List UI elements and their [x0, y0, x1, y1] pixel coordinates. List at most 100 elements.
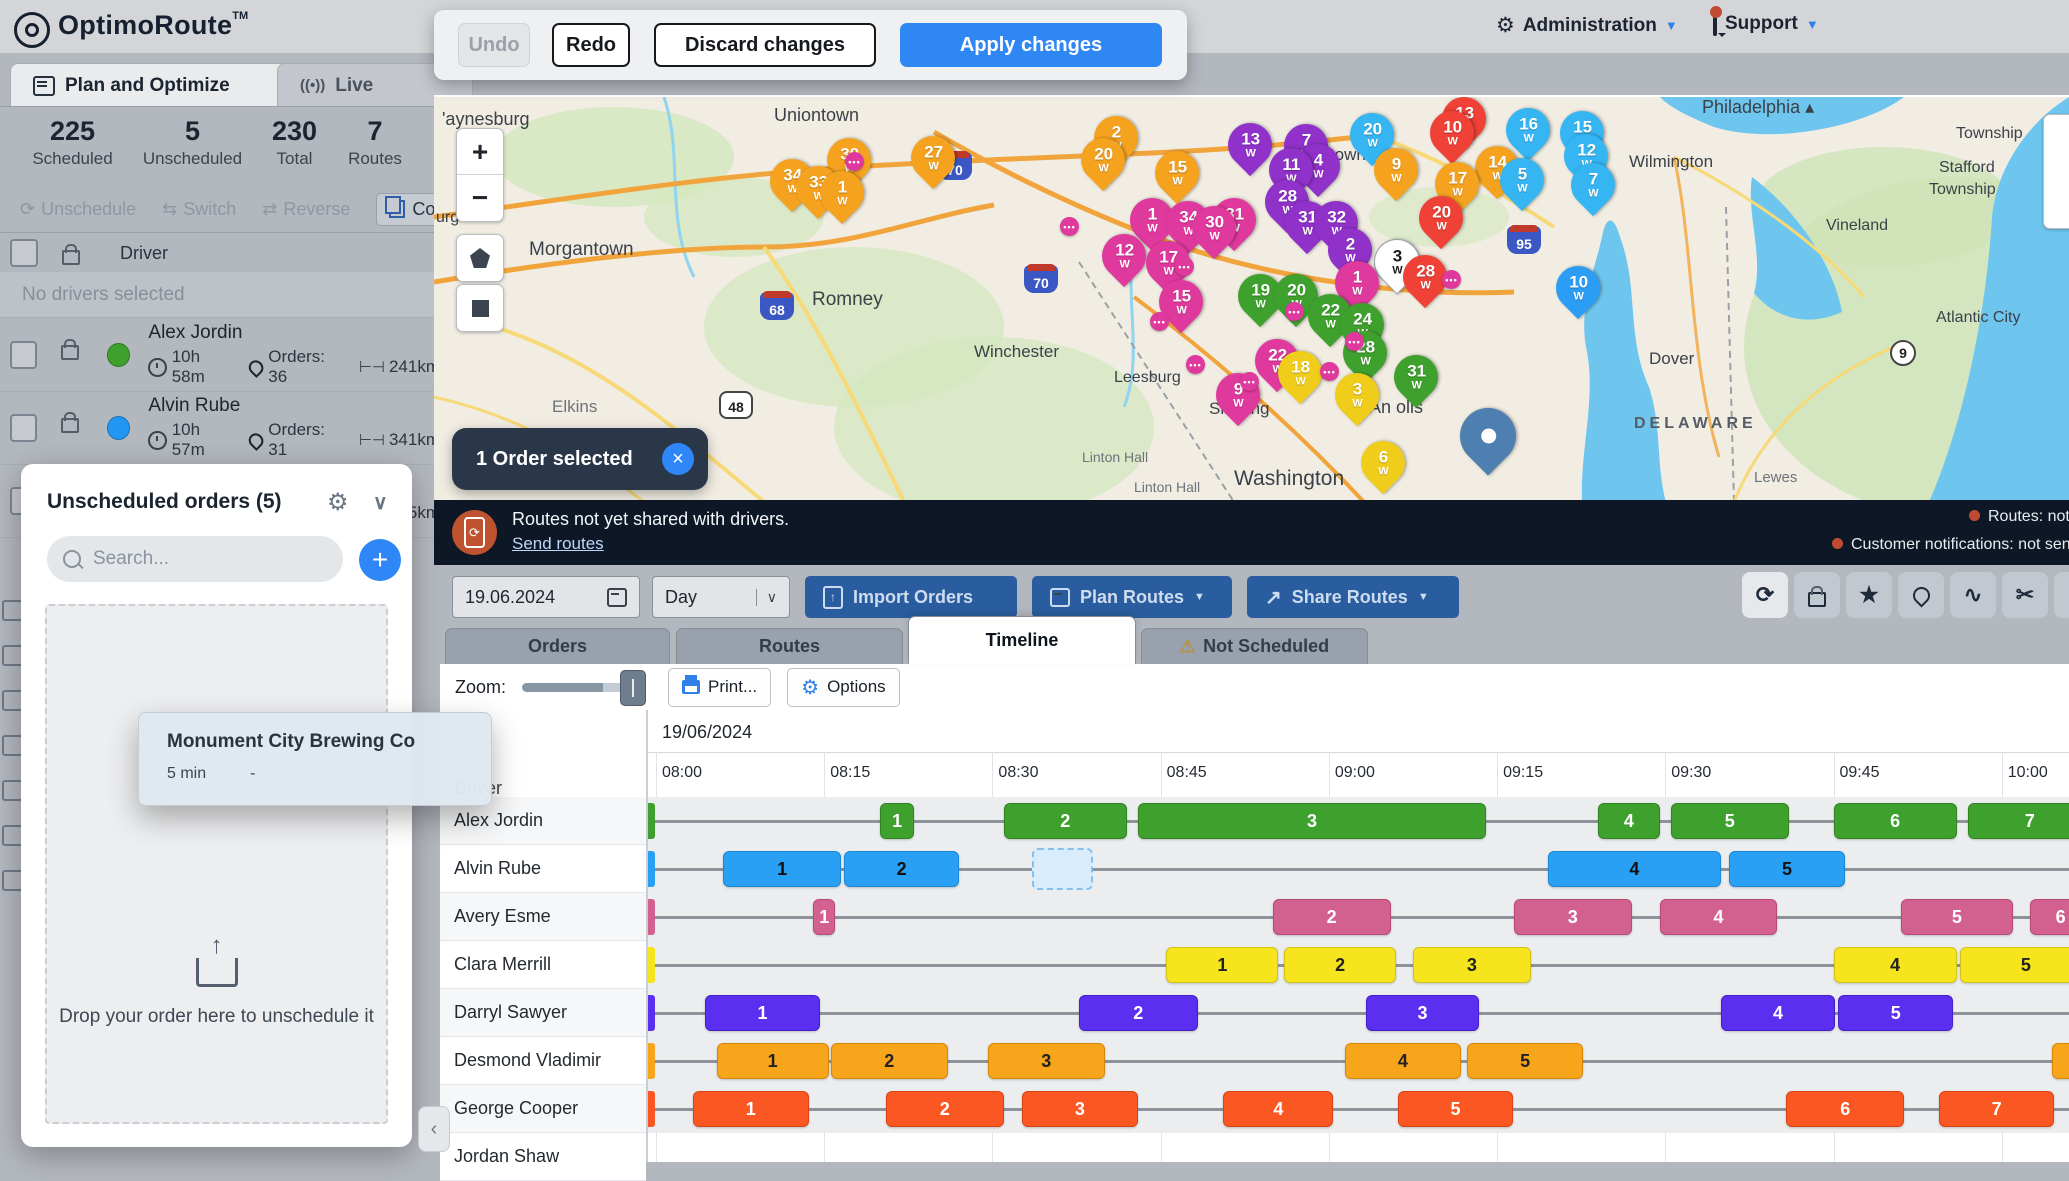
route-stop-block[interactable]: 1	[1166, 947, 1278, 983]
row-checkbox[interactable]	[2, 600, 23, 621]
route-stop-block[interactable]: 2	[844, 851, 958, 887]
tab-plan-and-optimize[interactable]: Plan and Optimize	[10, 63, 316, 107]
zoom-slider[interactable]	[522, 683, 638, 692]
route-stop-block[interactable]: 5	[1838, 995, 1954, 1031]
route-stop-block[interactable]: 4	[1223, 1091, 1333, 1127]
tab-orders[interactable]: Orders	[445, 628, 670, 664]
row-checkbox[interactable]	[2, 690, 23, 711]
reverse-action[interactable]: ⇄Reverse	[262, 199, 350, 220]
cluster-dot[interactable]: •••	[845, 152, 864, 171]
route-stop-block[interactable]: 3	[1022, 1091, 1139, 1127]
tab-timeline[interactable]: Timeline	[908, 616, 1136, 664]
route-stop-block[interactable]: 6	[1834, 803, 1957, 839]
route-stop-block[interactable]: 4	[1598, 803, 1660, 839]
route-stop-block[interactable]: 1	[693, 1091, 809, 1127]
route-stop-block[interactable]: 5	[1467, 1043, 1584, 1079]
row-checkbox[interactable]	[2, 870, 23, 891]
zoom-out-button[interactable]: −	[457, 175, 503, 220]
rectangle-select-button[interactable]	[456, 284, 504, 332]
row-checkbox[interactable]	[10, 414, 37, 442]
cluster-dot[interactable]: •••	[1186, 355, 1205, 374]
flag-star-button[interactable]: ★	[1846, 572, 1892, 618]
route-stop-block[interactable]: 1	[723, 851, 841, 887]
cluster-dot[interactable]: •••	[1345, 332, 1364, 351]
period-select[interactable]: Day ∨	[652, 576, 790, 618]
route-stop-block[interactable]: 7	[1968, 803, 2069, 839]
route-stop-block[interactable]: 5	[1671, 803, 1789, 839]
select-all-checkbox[interactable]	[10, 239, 38, 267]
switch-action[interactable]: ⇆Switch	[162, 199, 236, 220]
route-stop-block[interactable]: 6	[2030, 899, 2069, 935]
add-order-button[interactable]: +	[359, 539, 401, 581]
row-checkbox[interactable]	[2, 780, 23, 801]
row-checkbox[interactable]	[2, 735, 23, 756]
plan-routes-button[interactable]: Plan Routes ▼	[1032, 576, 1232, 618]
import-orders-button[interactable]: ↑ Import Orders	[805, 576, 1017, 618]
route-stop-block[interactable]: 2	[831, 1043, 948, 1079]
lock-icon[interactable]	[61, 345, 79, 360]
route-stop-block[interactable]: 5	[1729, 851, 1845, 887]
route-stop-block[interactable]: 3	[1366, 995, 1479, 1031]
row-checkbox[interactable]	[10, 341, 37, 369]
refresh-button[interactable]: ⟳	[1742, 572, 1788, 618]
route-stop-block[interactable]: 1	[813, 899, 835, 935]
cluster-dot[interactable]: •••	[1175, 257, 1194, 276]
route-stop-block[interactable]: 7	[1939, 1091, 2055, 1127]
route-button[interactable]: ∿	[1950, 572, 1996, 618]
route-stop-block[interactable]: 3	[1138, 803, 1486, 839]
route-stop-block[interactable]: 1	[705, 995, 819, 1031]
polygon-select-button[interactable]	[456, 234, 504, 282]
route-stop-block[interactable]: 4	[1834, 947, 1957, 983]
route-stop-block[interactable]: 6	[2052, 1043, 2069, 1079]
support-menu[interactable]: Support ▼	[1713, 13, 1819, 35]
driver-row[interactable]: Alex Jordin10h 58mOrders: 36⊢⊣241km	[0, 318, 440, 392]
cut-route-button[interactable]: ✂	[2002, 572, 2048, 618]
route-stop-block[interactable]: 3	[1514, 899, 1632, 935]
chevron-down-icon[interactable]: ∨	[373, 490, 388, 515]
route-stop-block[interactable]: 5	[1960, 947, 2069, 983]
share-routes-button[interactable]: ↗ Share Routes ▼	[1247, 576, 1459, 618]
discard-changes-button[interactable]: Discard changes	[654, 23, 876, 67]
unschedule-drop-zone[interactable]: Drop your order here to unschedule it	[45, 604, 388, 1124]
route-stop-block[interactable]: 6	[1786, 1091, 1904, 1127]
timeline-plot[interactable]: 19/06/2024 08:0008:1508:3008:4509:0009:1…	[648, 710, 2069, 1162]
zoom-slider-handle[interactable]	[620, 670, 646, 706]
dragged-order-card[interactable]: Monument City Brewing Co 5 min -	[138, 712, 492, 806]
route-stop-block[interactable]: 2	[1273, 899, 1391, 935]
route-stop-block[interactable]: 5	[1901, 899, 2013, 935]
pin-button[interactable]	[1898, 572, 1944, 618]
zoom-in-button[interactable]: +	[457, 129, 503, 175]
unschedule-action[interactable]: ⟳Unschedule	[20, 199, 136, 220]
gear-icon[interactable]: ⚙	[327, 488, 349, 517]
route-stop-block[interactable]: 3	[1413, 947, 1531, 983]
route-stop-block[interactable]: 1	[880, 803, 914, 839]
cluster-dot[interactable]: •••	[1442, 270, 1461, 289]
undo-button[interactable]: Undo	[458, 23, 530, 67]
cluster-dot[interactable]: •••	[1285, 302, 1304, 321]
route-stop-block[interactable]: 2	[1284, 947, 1396, 983]
redo-button[interactable]: Redo	[552, 23, 630, 67]
globe-button[interactable]: ⊕	[2054, 572, 2069, 618]
search-input[interactable]: Search...	[47, 536, 343, 582]
apply-changes-button[interactable]: Apply changes	[900, 23, 1162, 67]
route-stop-block[interactable]: 4	[1345, 1043, 1462, 1079]
tab-routes[interactable]: Routes	[676, 628, 903, 664]
row-checkbox[interactable]	[2, 645, 23, 666]
administration-menu[interactable]: ⚙ Administration ▼	[1496, 13, 1678, 38]
lock-icon[interactable]	[61, 418, 79, 433]
cluster-dot[interactable]: •••	[1150, 312, 1169, 331]
cluster-dot[interactable]: •••	[1240, 372, 1259, 391]
route-stop-block[interactable]: 4	[1548, 851, 1722, 887]
cluster-dot[interactable]: •••	[1060, 217, 1079, 236]
close-icon[interactable]: ×	[662, 443, 694, 475]
driver-row[interactable]: Alvin Rube10h 57mOrders: 31⊢⊣341km	[0, 391, 440, 465]
route-stop-block[interactable]: 3	[988, 1043, 1105, 1079]
route-stop-block[interactable]: 2	[886, 1091, 1004, 1127]
route-stop-block[interactable]: 5	[1398, 1091, 1512, 1127]
options-button[interactable]: ⚙Options	[787, 668, 900, 707]
tab-not-scheduled[interactable]: ⚠ Not Scheduled	[1141, 628, 1368, 664]
route-stop-block[interactable]: 1	[717, 1043, 829, 1079]
lock-button[interactable]	[1794, 572, 1840, 618]
route-stop-block[interactable]: 2	[1004, 803, 1127, 839]
map-side-control[interactable]	[2043, 114, 2069, 229]
